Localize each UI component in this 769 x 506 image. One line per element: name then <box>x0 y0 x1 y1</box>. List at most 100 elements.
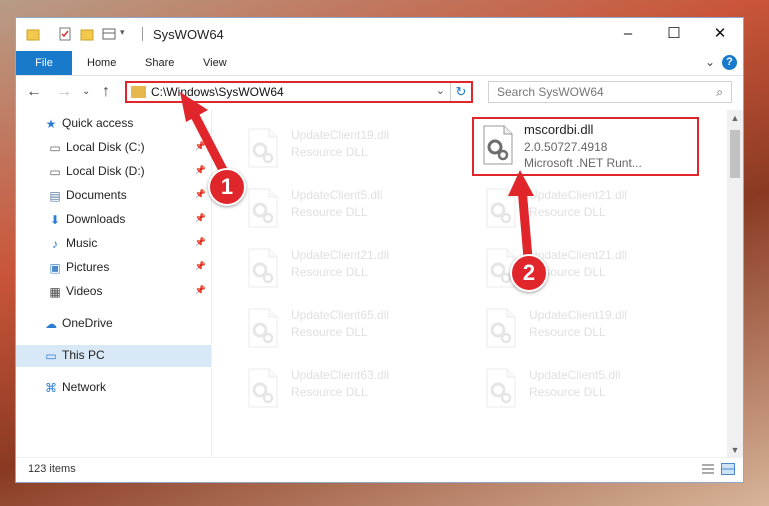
sidebar-item-documents[interactable]: ▤ Documents 📌 <box>16 185 211 207</box>
sidebar-item-label: Downloads <box>66 212 126 226</box>
callout-badge-2: 2 <box>510 254 548 292</box>
sidebar-item-label: Local Disk (D:) <box>66 164 145 178</box>
sidebar-item-label: Pictures <box>66 260 110 274</box>
file-name: UpdateClient5.dll <box>529 368 621 382</box>
file-type: Resource DLL <box>291 385 368 399</box>
sidebar-item-downloads[interactable]: ⬇ Downloads 📌 <box>16 209 211 231</box>
dll-file-icon <box>485 188 517 228</box>
drive-icon: ▭ <box>49 165 61 179</box>
file-item[interactable]: UpdateClient21.dll Resource DLL <box>247 240 477 290</box>
folder-icon[interactable] <box>26 27 40 41</box>
vertical-scrollbar[interactable]: ▲ ▼ <box>727 110 743 458</box>
sidebar-item-label: Videos <box>66 284 103 298</box>
drive-icon: ▭ <box>49 141 61 155</box>
documents-icon: ▤ <box>49 189 61 203</box>
address-path[interactable]: C:\Windows\SysWOW64 <box>151 85 284 99</box>
pin-icon: 📌 <box>194 141 206 151</box>
dll-file-icon <box>485 368 517 408</box>
maximize-button[interactable]: ☐ <box>651 22 697 46</box>
music-icon: ♪ <box>52 237 58 251</box>
recent-locations-chevron-icon[interactable]: ⌄ <box>82 86 90 97</box>
sidebar-item-music[interactable]: ♪ Music 📌 <box>16 233 211 255</box>
file-name: UpdateClient21.dll <box>529 248 628 262</box>
sidebar-item-onedrive[interactable]: ☁ OneDrive <box>16 313 211 335</box>
dll-file-icon <box>247 128 279 168</box>
file-type: Resource DLL <box>529 325 606 339</box>
file-type: Resource DLL <box>291 325 368 339</box>
file-name: UpdateClient21.dll <box>529 188 628 202</box>
scroll-up-icon[interactable]: ▲ <box>727 110 743 126</box>
tiles-view-icon[interactable] <box>721 463 735 475</box>
sidebar-item-this-pc[interactable]: ▭ This PC <box>16 345 211 367</box>
minimize-button[interactable]: – <box>605 22 651 46</box>
address-dropdown-chevron-icon[interactable]: ⌄ <box>436 84 445 97</box>
tab-share[interactable]: Share <box>145 51 174 75</box>
sidebar-item-quick-access[interactable]: ★ Quick access <box>16 113 211 135</box>
sidebar-item-label: Music <box>66 236 98 250</box>
sidebar-item-local-disk-d[interactable]: ▭ Local Disk (D:) 📌 <box>16 161 211 183</box>
file-item[interactable]: UpdateClient21.dll Resource DLL <box>485 180 715 230</box>
dll-file-icon <box>485 308 517 348</box>
title-separator <box>142 27 143 41</box>
search-box[interactable]: Search SysWOW64 ⌕ <box>488 81 732 103</box>
pane-divider[interactable] <box>211 110 212 458</box>
details-view-icon[interactable] <box>701 463 715 475</box>
file-item[interactable]: UpdateClient5.dll Resource DLL <box>485 360 715 410</box>
videos-icon: ▦ <box>49 285 61 299</box>
sidebar-item-pictures[interactable]: ▣ Pictures 📌 <box>16 257 211 279</box>
search-input[interactable]: Search SysWOW64 <box>497 85 604 99</box>
pin-icon: 📌 <box>194 189 206 199</box>
dll-file-icon <box>482 125 514 165</box>
sidebar-item-network[interactable]: ⌘ Network <box>16 377 211 399</box>
callout-badge-1: 1 <box>208 168 246 206</box>
expand-ribbon-chevron-icon[interactable]: ⌄ <box>705 55 715 69</box>
file-item[interactable]: UpdateClient5.dll Resource DLL <box>247 180 477 230</box>
file-name: mscordbi.dll <box>524 122 594 137</box>
highlighted-file-item[interactable]: mscordbi.dll 2.0.50727.4918 Microsoft .N… <box>472 117 699 176</box>
tab-home[interactable]: Home <box>87 51 116 75</box>
dll-file-icon <box>247 368 279 408</box>
new-folder-icon[interactable] <box>80 27 94 41</box>
status-bar: 123 items <box>16 457 743 482</box>
tab-view[interactable]: View <box>203 51 227 75</box>
back-arrow-icon[interactable]: ← <box>26 83 42 101</box>
address-bar[interactable]: C:\Windows\SysWOW64 ⌄ ↻ <box>125 81 473 103</box>
file-item[interactable]: UpdateClient65.dll Resource DLL <box>247 300 477 350</box>
title-bar: ▾ SysWOW64 – ☐ ✕ <box>16 18 743 50</box>
pc-icon: ▭ <box>45 349 57 363</box>
customize-toolbar-chevron-icon[interactable]: ▾ <box>120 27 134 41</box>
file-name: UpdateClient5.dll <box>291 188 383 202</box>
help-icon[interactable]: ? <box>722 55 737 70</box>
file-type: Resource DLL <box>529 385 606 399</box>
refresh-icon[interactable]: ↻ <box>450 83 471 101</box>
sidebar-item-videos[interactable]: ▦ Videos 📌 <box>16 281 211 303</box>
file-name: UpdateClient65.dll <box>291 308 390 322</box>
view-options-icon[interactable] <box>102 27 116 41</box>
pictures-icon: ▣ <box>49 261 61 275</box>
dll-file-icon <box>247 308 279 348</box>
file-item[interactable]: UpdateClient63.dll Resource DLL <box>247 360 477 410</box>
file-item[interactable]: UpdateClient19.dll Resource DLL <box>485 300 715 350</box>
file-name: UpdateClient63.dll <box>291 368 390 382</box>
properties-icon[interactable] <box>58 27 72 41</box>
downloads-icon: ⬇ <box>49 213 61 227</box>
sidebar-item-label: Local Disk (C:) <box>66 140 145 154</box>
sidebar-item-local-disk-c[interactable]: ▭ Local Disk (C:) 📌 <box>16 137 211 159</box>
sidebar-item-label: This PC <box>62 348 105 362</box>
close-button[interactable]: ✕ <box>697 22 743 46</box>
sidebar-item-label: Documents <box>66 188 127 202</box>
pin-icon: 📌 <box>194 261 206 271</box>
star-icon: ★ <box>45 117 57 131</box>
pin-icon: 📌 <box>194 213 206 223</box>
tab-file[interactable]: File <box>16 51 72 75</box>
up-arrow-icon[interactable]: ↑ <box>102 83 110 101</box>
ribbon: File Home Share View ⌄ ? <box>16 51 743 76</box>
scroll-down-icon[interactable]: ▼ <box>727 442 743 458</box>
scroll-thumb[interactable] <box>730 130 740 178</box>
file-item[interactable]: UpdateClient19.dll Resource DLL <box>247 120 477 170</box>
forward-arrow-icon[interactable]: → <box>56 83 72 101</box>
file-type: Resource DLL <box>529 205 606 219</box>
navigation-bar: ← → ⌄ ↑ C:\Windows\SysWOW64 ⌄ ↻ Search S… <box>16 76 743 110</box>
file-name: UpdateClient19.dll <box>529 308 628 322</box>
search-icon[interactable]: ⌕ <box>716 85 723 100</box>
